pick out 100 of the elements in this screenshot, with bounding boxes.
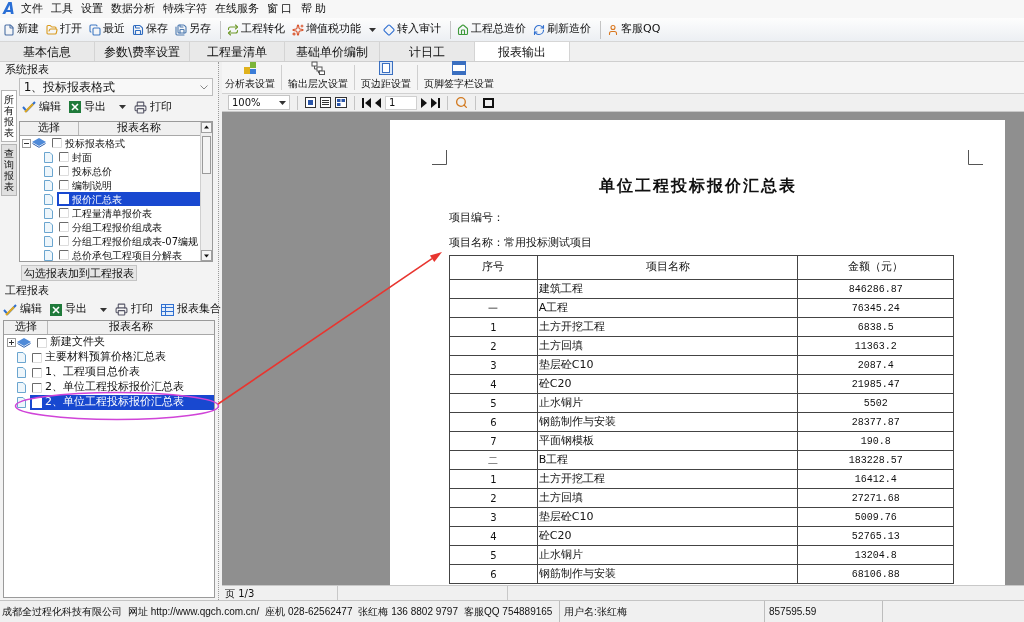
scrollbar[interactable]: [200, 122, 212, 261]
toolbar-button[interactable]: 保存: [130, 18, 170, 41]
tree-item[interactable]: 工程量清单报价表: [56, 206, 154, 220]
checkbox[interactable]: [58, 166, 69, 176]
tab[interactable]: 报表输出: [475, 42, 570, 61]
menu-item[interactable]: 数据分析: [108, 0, 158, 18]
page-number-field[interactable]: 1: [385, 95, 417, 110]
checkbox[interactable]: [32, 397, 42, 408]
support-qq-text: 客服QQ 754889165: [464, 605, 553, 619]
tab[interactable]: 基本信息: [0, 42, 95, 61]
checkbox[interactable]: [32, 382, 42, 393]
toolbar-button[interactable]: 客服QQ: [605, 18, 663, 41]
side-tab[interactable]: 查询报表: [1, 144, 18, 196]
pencil-check-icon: [3, 303, 17, 316]
menu-item[interactable]: 帮 助: [297, 0, 329, 18]
side-tab[interactable]: 所有报表: [1, 90, 18, 142]
report-tool-button[interactable]: 输出层次设置: [286, 62, 350, 93]
menu-item[interactable]: 在线服务: [212, 0, 262, 18]
app-logo: A: [1, 1, 16, 17]
table-cell: 4: [449, 526, 538, 546]
panel-tool-button[interactable]: 打印: [113, 300, 155, 319]
tree-item[interactable]: 主要材料预算价格汇总表: [30, 350, 168, 365]
checkbox[interactable]: [58, 208, 69, 218]
section-title: 工程报表: [5, 282, 49, 299]
tree-item[interactable]: 2、单位工程投标报价汇总表: [30, 380, 186, 395]
toolbar-button[interactable]: 增值税功能: [290, 18, 378, 41]
toolbar-button[interactable]: 工程转化: [225, 18, 287, 41]
scrollbar-thumb[interactable]: [202, 136, 211, 174]
menu-item[interactable]: 工具: [48, 0, 76, 18]
tree-item[interactable]: 编制说明: [56, 178, 114, 192]
toolbar-button[interactable]: 打开: [44, 18, 84, 41]
add-to-project-button[interactable]: 勾选报表加到工程报表: [20, 265, 137, 281]
table-cell: 土方回填: [537, 488, 798, 508]
tab[interactable]: 参数\费率设置: [95, 42, 190, 61]
page-grid-icon[interactable]: [335, 97, 347, 108]
house-icon: [457, 23, 469, 36]
lined-page-icon[interactable]: [320, 97, 331, 108]
table-icon: [161, 303, 174, 316]
last-page-icon[interactable]: [431, 97, 440, 108]
tree-item[interactable]: 1、工程项目总价表: [30, 365, 142, 380]
toolbar-button[interactable]: 另存: [173, 18, 213, 41]
frame-icon[interactable]: [483, 97, 494, 108]
spreadsheet-icon: [50, 303, 62, 316]
checkbox[interactable]: [58, 180, 69, 190]
pages-icon: [89, 23, 101, 36]
checkbox[interactable]: [32, 352, 42, 363]
menu-item[interactable]: 特殊字符: [160, 0, 210, 18]
tree-item[interactable]: 分组工程报价组成表: [56, 220, 164, 234]
diamond-icon: [383, 23, 395, 36]
checkbox[interactable]: [58, 152, 69, 162]
checkbox[interactable]: [58, 194, 69, 204]
first-page-icon[interactable]: [362, 97, 371, 108]
tree-item[interactable]: 新建文件夹: [35, 335, 107, 350]
user-name-text: 用户名:张红梅: [564, 605, 627, 619]
refresh-icon: [533, 23, 545, 36]
report-tool-button[interactable]: 页边距设置: [359, 62, 413, 93]
menu-item[interactable]: 文件: [18, 0, 46, 18]
tree-item[interactable]: 报价汇总表: [56, 192, 200, 206]
single-page-icon[interactable]: [305, 97, 316, 108]
checkbox[interactable]: [58, 236, 69, 246]
tree-item[interactable]: 总价承包工程项目分解表: [56, 248, 184, 261]
toolbar-button[interactable]: 工程总造价: [455, 18, 528, 41]
checkbox[interactable]: [32, 367, 42, 378]
checkbox[interactable]: [37, 337, 47, 348]
tree-item[interactable]: 封面: [56, 150, 94, 164]
toolbar-button[interactable]: 新建: [1, 18, 41, 41]
panel-tool-button[interactable]: 打印: [131, 98, 174, 116]
previous-page-icon[interactable]: [375, 97, 381, 108]
report-info-text: 项目编号：: [449, 209, 504, 226]
tab[interactable]: 基础单价编制: [285, 42, 380, 61]
report-tool-button[interactable]: 页脚签字栏设置: [422, 62, 496, 93]
checkbox[interactable]: [51, 138, 62, 148]
report-tool-button[interactable]: 分析表设置: [223, 62, 277, 93]
table-cell: 钢筋制作与安装: [537, 412, 798, 432]
panel-tool-button[interactable]: 导出: [66, 98, 128, 116]
tree-item[interactable]: 投标总价: [56, 164, 114, 178]
next-page-icon[interactable]: [421, 97, 427, 108]
plus-box-icon[interactable]: [7, 338, 16, 347]
document-icon: [43, 249, 53, 261]
panel-tool-button[interactable]: 编辑: [1, 300, 44, 319]
checkbox[interactable]: [58, 222, 69, 232]
tree-item[interactable]: 分组工程报价组成表-07编规: [56, 234, 200, 248]
toolbar-button[interactable]: 刷新造价: [531, 18, 593, 41]
menu-item[interactable]: 设置: [78, 0, 106, 18]
checkbox[interactable]: [58, 250, 69, 260]
table-cell: 13204.8: [797, 545, 954, 565]
column-header: 选择: [19, 122, 79, 135]
menu-item[interactable]: 窗 口: [264, 0, 296, 18]
minus-box-icon[interactable]: [21, 138, 31, 148]
tree-item[interactable]: 投标报表格式: [49, 136, 127, 150]
toolbar-button[interactable]: 最近: [87, 18, 127, 41]
toolbar-button[interactable]: 转入审计: [381, 18, 443, 41]
report-format-select[interactable]: 1、投标报表格式: [18, 78, 213, 96]
panel-tool-button[interactable]: 编辑: [19, 98, 63, 116]
zoom-select[interactable]: 100%: [228, 95, 290, 110]
tab[interactable]: 工程量清单: [190, 42, 285, 61]
tree-item[interactable]: 2、单位工程投标报价汇总表: [30, 395, 214, 410]
tab[interactable]: 计日工: [380, 42, 475, 61]
search-icon[interactable]: [455, 96, 468, 109]
panel-tool-button[interactable]: 导出: [48, 300, 109, 319]
